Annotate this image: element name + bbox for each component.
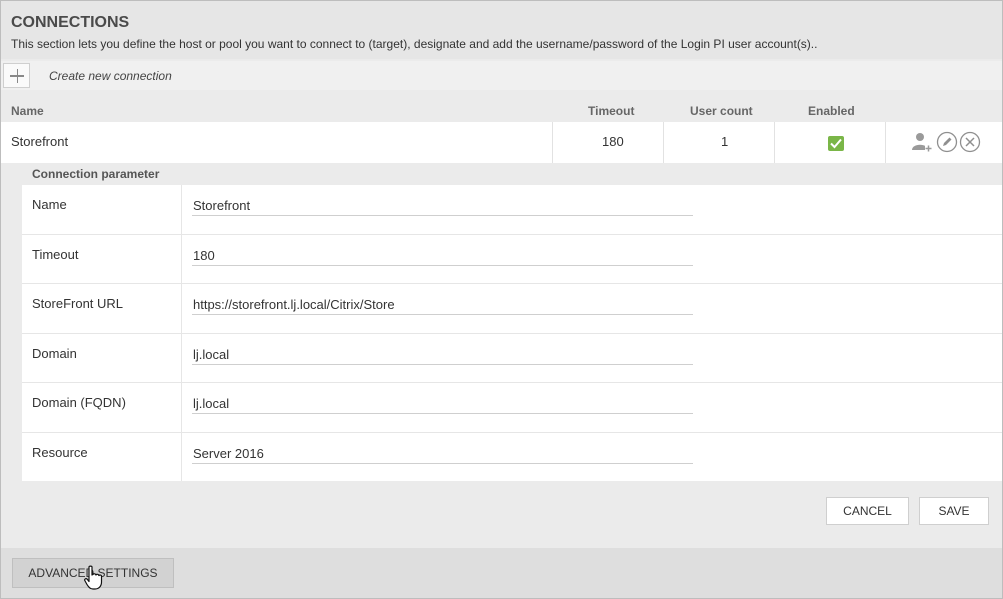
field-label-name: Name — [32, 197, 67, 212]
domain-field[interactable] — [192, 344, 693, 365]
connection-parameter-title: Connection parameter — [32, 167, 160, 181]
page-title: CONNECTIONS — [11, 14, 130, 31]
enabled-checkbox[interactable] — [828, 136, 844, 151]
timeout-field[interactable] — [192, 245, 693, 266]
connections-toolbar: Create new connection — [1, 61, 1002, 90]
field-label-domain: Domain — [32, 346, 77, 361]
param-row-domain-fqdn: Domain (FQDN) — [22, 383, 1002, 433]
field-label-timeout: Timeout — [32, 247, 79, 262]
table-row[interactable]: Storefront 180 1 — [1, 122, 1002, 163]
connection-timeout: 180 — [602, 134, 624, 149]
param-row-resource: Resource — [22, 433, 1002, 481]
create-new-connection-link[interactable]: Create new connection — [49, 69, 172, 83]
param-row-domain: Domain — [22, 334, 1002, 383]
save-button[interactable]: SAVE — [919, 497, 989, 525]
section-description: This section lets you define the host or… — [11, 37, 818, 51]
edit-pencil-icon[interactable] — [936, 131, 958, 153]
table-header: Name Timeout User count Enabled — [1, 98, 1002, 120]
param-row-name: Name — [22, 185, 1002, 235]
checkmark-icon — [830, 138, 842, 149]
name-field[interactable] — [192, 195, 693, 216]
resource-field[interactable] — [192, 443, 693, 464]
section-header: CONNECTIONS This section lets you define… — [1, 1, 1002, 59]
connection-user-count: 1 — [721, 134, 729, 149]
field-label-storefront-url: StoreFront URL — [32, 296, 124, 311]
cancel-button[interactable]: CANCEL — [826, 497, 909, 525]
connections-panel: CONNECTIONS This section lets you define… — [0, 0, 1003, 599]
connection-parameter-form: Name Timeout StoreFront URL Domain Domai… — [22, 185, 1002, 481]
add-connection-button[interactable] — [3, 63, 30, 88]
column-header-name: Name — [11, 104, 44, 118]
hand-cursor-icon — [84, 565, 103, 590]
storefront-url-field[interactable] — [192, 294, 693, 315]
panel-footer: ADVANCED SETTINGS — [1, 548, 1002, 598]
domain-fqdn-field[interactable] — [192, 393, 693, 414]
column-header-timeout: Timeout — [588, 104, 635, 118]
column-header-enabled: Enabled — [808, 104, 855, 118]
delete-x-icon[interactable] — [959, 131, 981, 153]
column-header-user-count: User count — [690, 104, 753, 118]
add-user-icon[interactable] — [911, 131, 933, 153]
param-row-timeout: Timeout — [22, 235, 1002, 284]
param-row-storefront-url: StoreFront URL — [22, 284, 1002, 334]
field-label-resource: Resource — [32, 445, 88, 460]
connection-name: Storefront — [11, 134, 69, 149]
field-label-domain-fqdn: Domain (FQDN) — [32, 395, 126, 410]
